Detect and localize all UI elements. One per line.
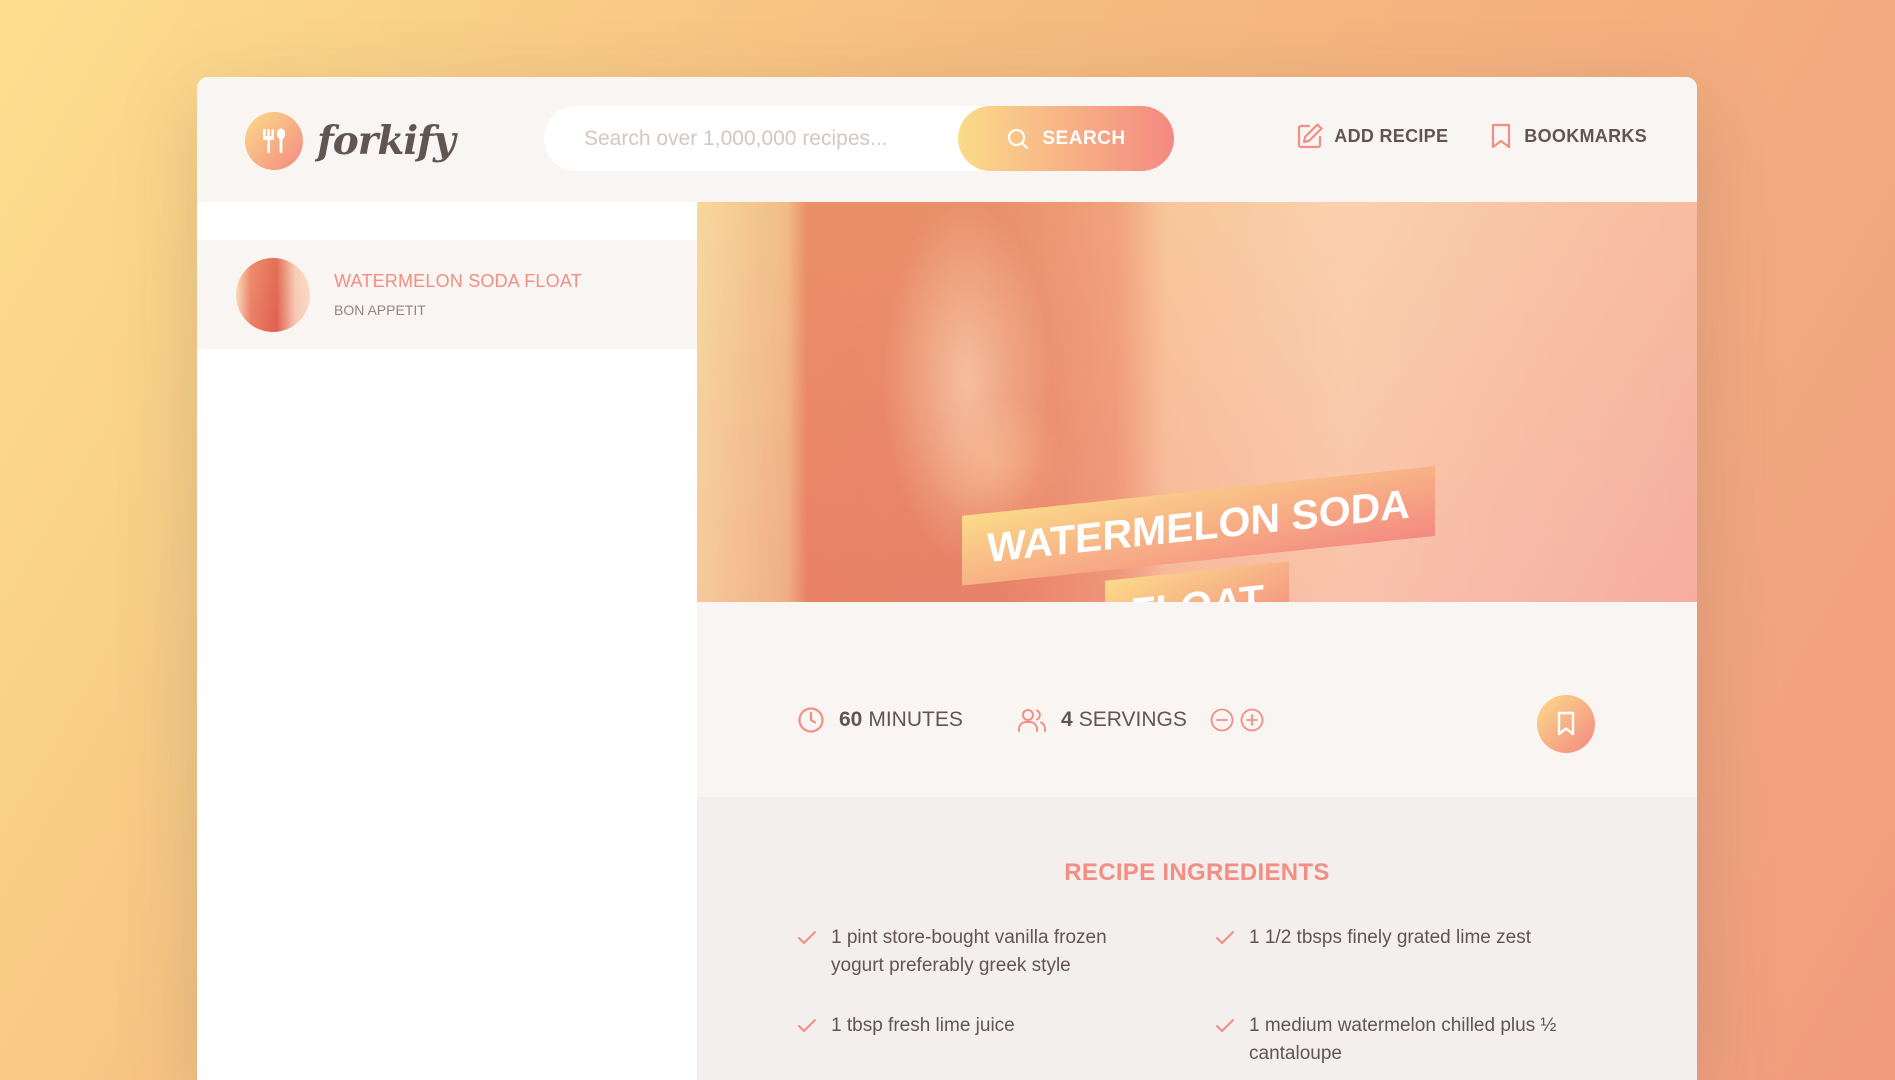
logo[interactable]: forkify	[245, 112, 456, 170]
edit-icon	[1298, 123, 1323, 149]
app-container: forkify SEARCH ADD RECIPE	[197, 77, 1697, 1080]
header: forkify SEARCH ADD RECIPE	[197, 77, 1697, 202]
search-button-label: SEARCH	[1042, 127, 1126, 149]
recipe-figure: WATERMELON SODA FLOAT	[697, 202, 1697, 651]
search-button[interactable]: SEARCH	[958, 106, 1174, 171]
bookmarks-label: BOOKMARKS	[1524, 125, 1647, 146]
add-recipe-button[interactable]: ADD RECIPE	[1296, 122, 1448, 150]
ingredient-item: 1 pint store-bought vanilla frozen yogur…	[797, 924, 1157, 980]
search-icon	[1008, 128, 1029, 149]
ingredient-item: 1 1/2 tbsps finely grated lime zest	[1215, 924, 1575, 952]
check-icon	[1216, 1019, 1234, 1032]
search-form: SEARCH	[544, 106, 1174, 171]
search-input[interactable]	[582, 125, 966, 152]
result-info: WATERMELON SODA FLOAT BON APPETIT	[334, 271, 582, 318]
ingredient-text: 1 pint store-bought vanilla frozen yogur…	[831, 927, 1107, 976]
fork-spoon-icon	[245, 112, 303, 170]
check-icon	[798, 1019, 816, 1032]
ingredient-item: 1 tbsp fresh lime juice	[797, 1012, 1157, 1040]
result-item[interactable]: WATERMELON SODA FLOAT BON APPETIT	[197, 240, 697, 349]
users-icon	[1018, 709, 1046, 732]
ingredient-text: 1 tbsp fresh lime juice	[831, 1015, 1015, 1036]
recipe-details: 60 MINUTES 4 SERVINGS	[697, 602, 1697, 797]
minus-circle-icon	[1210, 708, 1234, 732]
check-icon	[1216, 931, 1234, 944]
recipe-view: WATERMELON SODA FLOAT 60 MINUTES 4 SERVI…	[697, 202, 1697, 1080]
nav: ADD RECIPE BOOKMARKS	[1256, 122, 1647, 150]
result-publisher: BON APPETIT	[334, 302, 426, 318]
logo-text: forkify	[317, 118, 456, 164]
cooking-time: 60 MINUTES	[797, 706, 963, 734]
ingredient-text: 1 1/2 tbsps finely grated lime zest	[1249, 927, 1531, 948]
plus-circle-icon	[1240, 708, 1264, 732]
ingredient-text: 1 medium watermelon chilled plus ½ canta…	[1249, 1015, 1557, 1064]
cooking-time-unit: MINUTES	[868, 708, 963, 731]
servings-unit: SERVINGS	[1078, 708, 1187, 731]
bookmark-icon	[1492, 123, 1511, 149]
ingredients-heading: RECIPE INGREDIENTS	[1064, 859, 1330, 886]
recipe-ingredients: RECIPE INGREDIENTS 1 pint store-bought v…	[697, 797, 1697, 1080]
add-recipe-label: ADD RECIPE	[1334, 125, 1449, 146]
bookmark-recipe-button[interactable]	[1537, 695, 1595, 753]
servings-buttons	[1209, 707, 1269, 733]
check-icon	[798, 931, 816, 944]
result-title: WATERMELON SODA FLOAT	[334, 271, 582, 291]
ingredient-item: 1 medium watermelon chilled plus ½ canta…	[1215, 1012, 1575, 1068]
clock-icon	[798, 707, 824, 733]
bookmark-icon	[1557, 711, 1575, 736]
cooking-time-value: 60	[839, 708, 863, 731]
recipe-thumbnail	[236, 257, 310, 332]
decrease-servings-button[interactable]	[1209, 707, 1235, 733]
search-results: WATERMELON SODA FLOAT BON APPETIT	[197, 202, 697, 1080]
increase-servings-button[interactable]	[1239, 707, 1265, 733]
servings-value: 4	[1061, 708, 1073, 731]
bookmarks-button[interactable]: BOOKMARKS	[1488, 122, 1647, 150]
servings: 4 SERVINGS	[1017, 706, 1269, 734]
